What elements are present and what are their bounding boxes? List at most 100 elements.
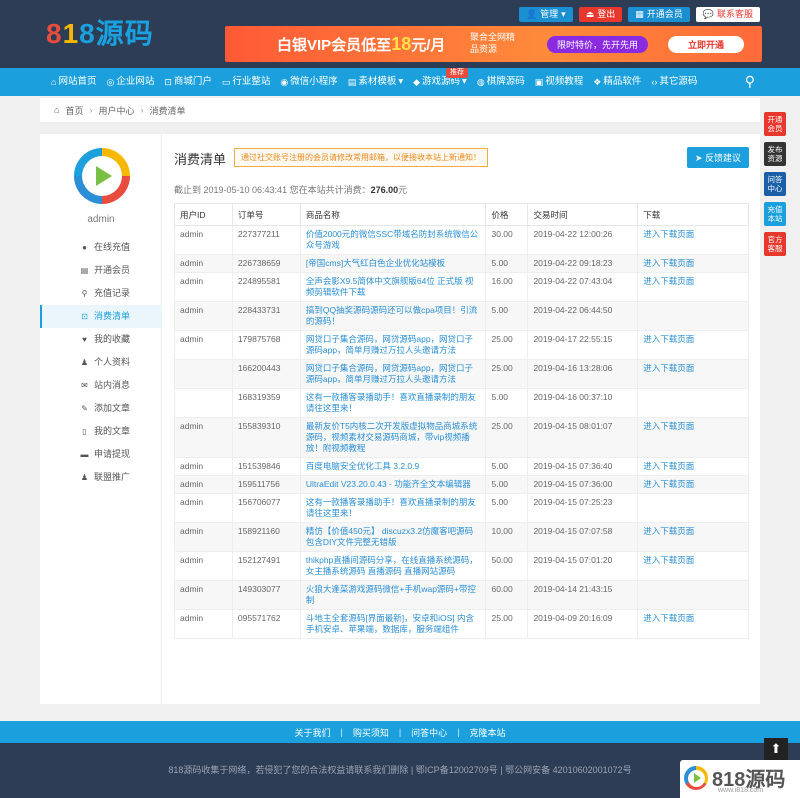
nav-item-home[interactable]: ⌂ 网站首页 (46, 68, 101, 96)
cell-time: 2019-04-16 13:28:06 (527, 359, 639, 389)
float-recharge-button[interactable]: 充值本站 (764, 202, 786, 226)
cell-product-name[interactable]: 精仿【价值450元】 discuzx3.2仿魔客吧源码 包含DIY文件完整无错版 (299, 522, 487, 552)
cell-product-name[interactable]: 斗地主全套源码[界面最新]，安卓和iOS] 内含手机安卓、苹果端，数据库，服务端… (299, 609, 487, 639)
download-link[interactable]: 进入下载页面 (637, 225, 749, 255)
feedback-button[interactable]: ➤ 反馈建议 (686, 147, 749, 168)
coin-icon: ● (82, 243, 87, 252)
nav-item-enterprise[interactable]: ◎ 企业网站 (101, 68, 159, 96)
sidebar-item-messages[interactable]: ✉ 站内消息 (40, 374, 162, 397)
cell-price: 25.00 (485, 359, 529, 389)
cell-order: 158921160 (231, 522, 301, 552)
chat-icon: 💬 (702, 9, 714, 19)
col-price: 价格 (485, 203, 529, 226)
float-service-button[interactable]: 官方客服 (764, 232, 786, 256)
cell-product-name[interactable]: 这有一款播客录播助手！喜欢直播录制的朋友请往这里来！ (299, 388, 487, 418)
logout-button[interactable]: ⏏ 登出 (578, 7, 623, 22)
download-link[interactable]: 进入下载页面 (637, 609, 749, 639)
float-qa-button[interactable]: 问答中心 (764, 172, 786, 196)
sidebar-item-add-article[interactable]: ✎ 添加文章 (40, 397, 162, 420)
vip-button[interactable]: ▦ 开通会员 (628, 7, 690, 22)
cell-product-name[interactable]: 火狼大逢菜游戏源码微信+手机wap源码+带控制 (299, 580, 487, 610)
cell-user (174, 388, 233, 418)
footer-link-about[interactable]: 关于我们 (294, 726, 330, 739)
download-link[interactable]: 进入下载页面 (637, 417, 749, 458)
sidebar-item-affiliate[interactable]: ♟ 联盟推广 (40, 466, 162, 489)
manage-button[interactable]: 👤 管理 ▾ (518, 7, 573, 22)
cell-price: 10.00 (485, 522, 529, 552)
sidebar-item-consumption[interactable]: ⊡ 消费清单 (40, 305, 162, 328)
sidebar-item-recharge[interactable]: ● 在线充值 (40, 236, 162, 259)
banner-open-button[interactable]: 立即开通 (668, 36, 745, 53)
cell-product-name[interactable]: 网贷口子集合源码，网贷源码app，网贷口子源码app，简单月赚过万拉人头邀请方法 (299, 359, 487, 389)
sidebar-item-withdraw[interactable]: ▬ 申请提现 (40, 443, 162, 466)
search-icon[interactable]: ⚲ (745, 73, 755, 90)
user-center-panel: admin ● 在线充值 ▤ 开通会员 ⚲ 充值记录 ⊡ 消费清单 ♥ 我的收藏 ♟ 个人资… (40, 134, 760, 704)
back-to-top-button[interactable]: ⬆ (764, 738, 788, 760)
download-link[interactable]: 进入下载页面 (637, 359, 749, 389)
col-download: 下载 (637, 203, 749, 226)
cell-product-name[interactable]: 最新友价T5内核二次开发版虚拟物品商城系统源码，视频素材交易源码商城，带vip视… (299, 417, 487, 458)
table-row: admin 224895581 全声会影X9.5简体中文旗舰版64位 正式版 视频剪… (174, 272, 749, 302)
cell-order: 152127491 (231, 551, 301, 581)
table-row: 168319359 这有一款播客录播助手！喜欢直播录制的朋友请往这里来！ 5.00 2… (174, 388, 749, 418)
sidebar-item-recharge-records[interactable]: ⚲ 充值记录 (40, 282, 162, 305)
download-link[interactable]: 进入下载页面 (637, 522, 749, 552)
float-vip-button[interactable]: 开通会员 (764, 112, 786, 136)
banner-promo-pill: 限时特价，先开先用 (547, 36, 649, 53)
cell-product-name[interactable]: 价值2000元的微信SSC带域名防封系统微信公众号游戏 (299, 225, 487, 255)
download-link[interactable]: 进入下载页面 (637, 254, 749, 273)
cell-price: 16.00 (485, 272, 529, 302)
table-row: admin 149303077 火狼大逢菜游戏源码微信+手机wap源码+带控制 60.… (174, 580, 749, 610)
vip-banner[interactable]: 白银VIP会员低至18元/月 聚合全网精品资源 限时特价，先开先用 立即开通 (225, 26, 762, 62)
sidebar-item-profile[interactable]: ♟ 个人资料 (40, 351, 162, 374)
cell-time: 2019-04-22 12:00:26 (527, 225, 639, 255)
table-row: admin 227377211 价值2000元的微信SSC带域名防封系统微信公众号游… (174, 225, 749, 255)
download-link[interactable]: 进入下载页面 (637, 475, 749, 494)
download-link (637, 493, 749, 523)
table-row: admin 151539846 百度电脑安全优化工具 3.2.0.9 5.00 2019… (174, 457, 749, 476)
site-logo[interactable]: 818源码 (46, 12, 154, 52)
grid-icon: ▦ (635, 9, 644, 19)
breadcrumb-home[interactable]: 首页 (65, 104, 83, 117)
download-link (637, 388, 749, 418)
nav-item-other[interactable]: ‹› 其它源码 (646, 68, 702, 96)
breadcrumb-center[interactable]: 用户中心 (98, 104, 134, 117)
banner-title: 白银VIP会员低至18元/月 (277, 34, 446, 54)
sidebar-item-my-articles[interactable]: ▯ 我的文章 (40, 420, 162, 443)
nav-item-miniprogram[interactable]: ◉ 微信小程序 (275, 68, 342, 96)
cell-product-name[interactable]: 全声会影X9.5简体中文旗舰版64位 正式版 视频剪辑软件下载 (299, 272, 487, 302)
cell-product-name[interactable]: 网贷口子集合源码，网贷源码app，网贷口子源码app，简单月赚过万拉人头邀请方法 (299, 330, 487, 360)
download-link[interactable]: 进入下载页面 (637, 457, 749, 476)
download-link[interactable]: 进入下载页面 (637, 330, 749, 360)
cell-order: 179875768 (231, 330, 301, 360)
nav-item-video[interactable]: ▣ 视频教程 (530, 68, 589, 96)
footer-link-qa[interactable]: 问答中心 (411, 726, 447, 739)
cell-product-name[interactable]: thikphp直播间源码分享，在线直播系统源码，女主播系统源码 直播源码 直播网… (299, 551, 487, 581)
download-link[interactable]: 进入下载页面 (637, 551, 749, 581)
cell-time: 2019-04-09 20:16:09 (527, 609, 639, 639)
cell-product-name[interactable]: 百度电脑安全优化工具 3.2.0.9 (299, 457, 487, 476)
nav-item-software[interactable]: ❖ 精品软件 (588, 68, 646, 96)
footer-link-purchase[interactable]: 购买须知 (353, 726, 389, 739)
download-link[interactable]: 进入下载页面 (637, 272, 749, 302)
code-icon: ‹› (651, 77, 658, 87)
cell-time: 2019-04-15 07:36:00 (527, 475, 639, 494)
nav-item-templates[interactable]: ▤ 素材模板 ▾ (343, 68, 408, 96)
nav-item-industry[interactable]: ▭ 行业整站 (217, 68, 276, 96)
service-button[interactable]: 💬 联系客服 (695, 7, 760, 22)
cell-user: admin (174, 254, 233, 273)
cell-product-name[interactable]: 这有一款播客录播助手！喜欢直播录制的朋友请往这里来！ (299, 493, 487, 523)
col-time: 交易时间 (527, 203, 639, 226)
cell-time: 2019-04-16 00:37:10 (527, 388, 639, 418)
footer-link-clone[interactable]: 克隆本站 (470, 726, 506, 739)
cell-product-name[interactable]: 搞到QQ抽奖源码源码还可以做cpa项目！引流的源码！ (299, 301, 487, 331)
cell-product-name[interactable]: [帝国cms]大气红白色企业优化站模板 (299, 254, 487, 273)
nav-item-chess[interactable]: ◍ 棋牌源码 (472, 68, 530, 96)
cell-user: admin (174, 225, 233, 255)
table-row: admin 158921160 精仿【价值450元】 discuzx3.2仿魔客吧源… (174, 522, 749, 552)
sidebar-item-favorites[interactable]: ♥ 我的收藏 (40, 328, 162, 351)
float-publish-button[interactable]: 发布资源 (764, 142, 786, 166)
cell-product-name[interactable]: UltraEdit V23.20.0.43 - 功能齐全文本编辑器 (299, 475, 487, 494)
nav-item-shop[interactable]: ⊡ 商城门户 (159, 68, 217, 96)
sidebar-item-vip[interactable]: ▤ 开通会员 (40, 259, 162, 282)
